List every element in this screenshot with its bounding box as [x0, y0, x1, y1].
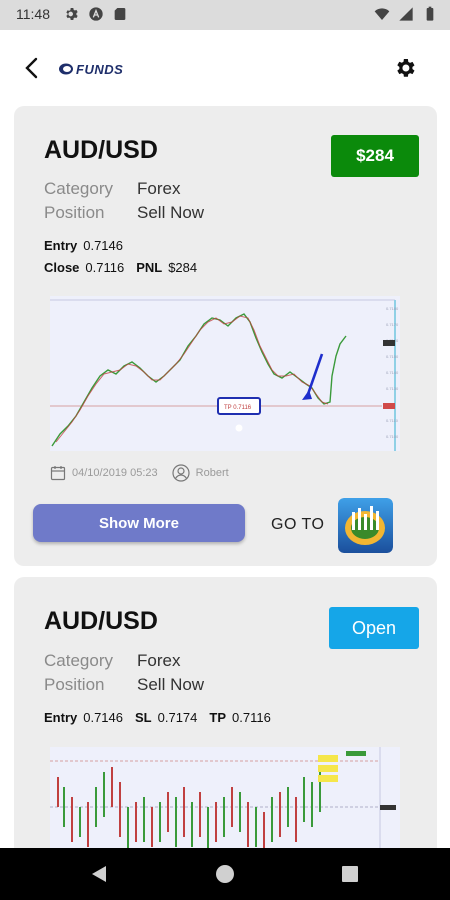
chart-image[interactable] — [50, 747, 400, 857]
goto-label: GO TO — [271, 516, 325, 533]
app-header: FUNDS — [0, 30, 450, 106]
settings-button[interactable] — [394, 56, 418, 80]
entry-row: Entry 0.7146 — [44, 238, 129, 253]
position-value: Sell Now — [137, 203, 205, 222]
logo-text: FUNDS — [76, 61, 124, 77]
svg-text:0.7100: 0.7100 — [386, 434, 399, 439]
status-bar: 11:48 — [0, 0, 450, 30]
category-label: Category — [44, 179, 113, 198]
brand-logo: FUNDS — [58, 58, 123, 80]
nav-back-icon[interactable] — [90, 864, 108, 884]
close-row: Close 0.7116 PNL $284 — [44, 260, 203, 275]
tp-label: TP — [209, 710, 227, 725]
svg-text:0.7140: 0.7140 — [386, 370, 399, 375]
calendar-icon — [50, 466, 66, 481]
chart-screenshot — [50, 747, 400, 857]
chart-screenshot: TP 0.7116 0.71800.71700.71600.71500.7140… — [50, 296, 400, 451]
pnl-label: PNL — [136, 260, 163, 275]
chevron-left-icon — [25, 57, 38, 79]
entry-label: Entry — [44, 238, 78, 253]
svg-text:TP 0.7116: TP 0.7116 — [224, 405, 252, 411]
nav-home-icon[interactable] — [216, 865, 234, 883]
pnl-badge: $284 — [331, 135, 419, 177]
signal-card: AUD/USD $284 Category Forex Position Sel… — [14, 106, 437, 566]
levels-row: Entry 0.7146 SL 0.7174 TP 0.7116 — [44, 710, 277, 725]
signal-icon — [399, 7, 413, 21]
category-value: Forex — [137, 651, 181, 670]
pair-title: AUD/USD — [44, 136, 158, 164]
svg-text:0.7130: 0.7130 — [386, 386, 399, 391]
entry-value: 0.7146 — [83, 710, 123, 725]
logo-mark-icon — [59, 63, 73, 75]
a-circle-icon — [89, 7, 103, 21]
battery-icon — [426, 6, 434, 21]
gear-icon — [66, 8, 78, 20]
entry-label: Entry — [44, 710, 78, 725]
pnl-value: $284 — [168, 260, 198, 275]
category-value: Forex — [137, 179, 181, 198]
gear-icon — [397, 59, 415, 77]
show-more-button[interactable]: Show More — [33, 504, 245, 542]
wifi-icon — [374, 8, 390, 20]
sl-value: 0.7174 — [157, 710, 198, 725]
post-date: 04/10/2019 05:23 — [72, 467, 158, 479]
category-label: Category — [44, 651, 113, 670]
sl-label: SL — [135, 710, 152, 725]
pair-title: AUD/USD — [44, 607, 158, 635]
position-value: Sell Now — [137, 675, 205, 694]
app-screen: 11:48 FUNDS AUD/USD $284 Category Forex … — [0, 0, 450, 900]
svg-text:0.7110: 0.7110 — [386, 418, 399, 423]
metatrader-icon — [338, 498, 393, 553]
back-button[interactable] — [18, 54, 46, 82]
tp-value: 0.7116 — [232, 710, 271, 725]
nav-recents-icon[interactable] — [342, 866, 358, 882]
position-label: Position — [44, 203, 105, 222]
svg-text:0.7170: 0.7170 — [386, 322, 399, 327]
status-time: 11:48 — [16, 6, 50, 22]
close-label: Close — [44, 260, 80, 275]
svg-text:0.7180: 0.7180 — [386, 306, 399, 311]
status-badge: Open — [329, 607, 419, 649]
user-icon — [172, 464, 190, 482]
post-author: Robert — [195, 467, 229, 479]
position-label: Position — [44, 675, 105, 694]
post-meta: 04/10/2019 05:23 Robert — [50, 464, 243, 482]
metatrader-button[interactable] — [338, 498, 393, 553]
close-value: 0.7116 — [85, 260, 125, 275]
chart-image[interactable]: TP 0.7116 0.71800.71700.71600.71500.7140… — [50, 296, 400, 451]
svg-text:0.7150: 0.7150 — [386, 354, 399, 359]
entry-value: 0.7146 — [83, 238, 123, 253]
sd-card-icon — [114, 8, 126, 20]
system-nav-bar — [0, 848, 450, 900]
